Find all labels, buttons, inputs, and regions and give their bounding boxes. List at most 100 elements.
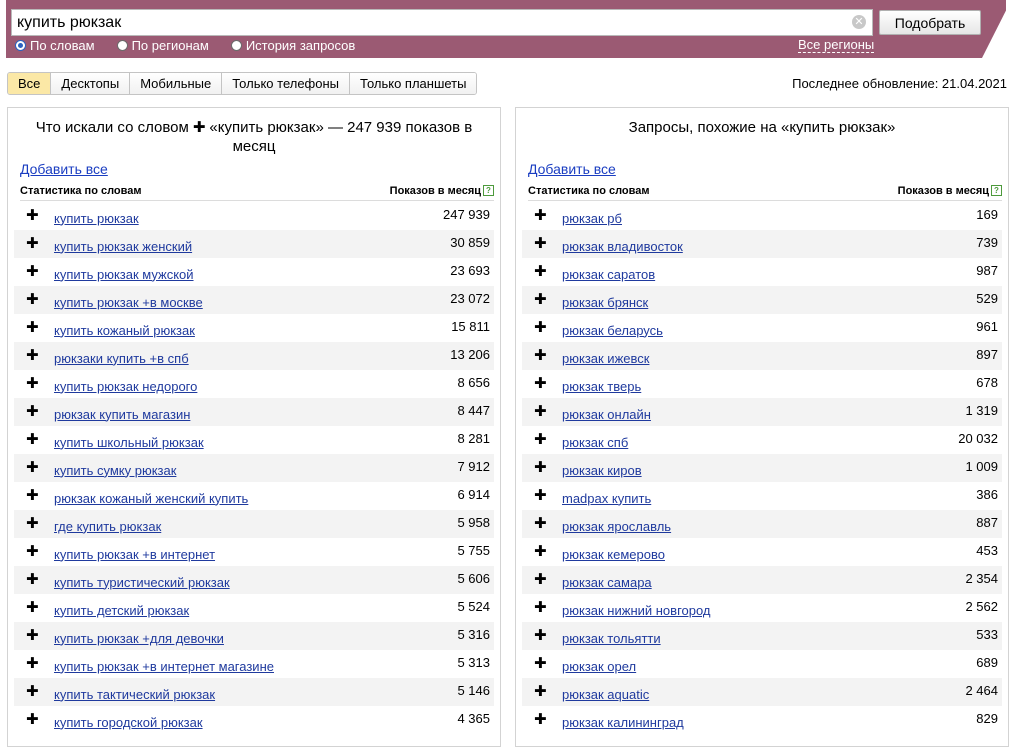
add-phrase-icon[interactable]: ✚ <box>534 628 547 643</box>
add-phrase-icon[interactable]: ✚ <box>26 208 39 223</box>
phrase-link[interactable]: рюкзак киров <box>562 463 642 478</box>
help-icon[interactable]: ? <box>991 185 1002 196</box>
add-phrase-icon[interactable]: ✚ <box>26 572 39 587</box>
add-phrase-icon[interactable]: ✚ <box>534 460 547 475</box>
submit-button[interactable]: Подобрать <box>879 10 981 35</box>
add-phrase-icon[interactable]: ✚ <box>534 404 547 419</box>
add-phrase-icon[interactable]: ✚ <box>534 684 547 699</box>
tab-desktops[interactable]: Десктопы <box>51 73 131 94</box>
phrase-link[interactable]: рюкзак спб <box>562 435 628 450</box>
tab-tablets-only[interactable]: Только планшеты <box>350 73 477 94</box>
add-phrase-icon[interactable]: ✚ <box>534 516 547 531</box>
add-phrase-icon[interactable]: ✚ <box>534 600 547 615</box>
phrase-count: 8 447 <box>457 403 490 418</box>
phrase-link[interactable]: рюкзак онлайн <box>562 407 651 422</box>
add-phrase-icon[interactable]: ✚ <box>534 264 547 279</box>
phrase-link[interactable]: рюкзак орел <box>562 659 636 674</box>
add-phrase-icon[interactable]: ✚ <box>26 376 39 391</box>
add-phrase-icon[interactable]: ✚ <box>26 656 39 671</box>
phrase-link[interactable]: купить сумку рюкзак <box>54 463 176 478</box>
add-phrase-icon[interactable]: ✚ <box>26 488 39 503</box>
phrase-link[interactable]: рюкзак тольятти <box>562 631 661 646</box>
phrase-link[interactable]: купить рюкзак +в интернет магазине <box>54 659 274 674</box>
mode-history[interactable]: История запросов <box>230 38 355 53</box>
search-input[interactable] <box>12 10 837 35</box>
phrase-link[interactable]: рюкзак aquatic <box>562 687 649 702</box>
phrase-link[interactable]: где купить рюкзак <box>54 519 161 534</box>
add-phrase-icon[interactable]: ✚ <box>26 600 39 615</box>
add-phrase-icon[interactable]: ✚ <box>534 348 547 363</box>
phrase-link[interactable]: купить рюкзак +в москве <box>54 295 203 310</box>
phrase-link[interactable]: купить школьный рюкзак <box>54 435 204 450</box>
add-phrase-icon[interactable]: ✚ <box>26 404 39 419</box>
add-phrase-icon[interactable]: ✚ <box>26 264 39 279</box>
add-phrase-icon[interactable]: ✚ <box>534 712 547 727</box>
add-phrase-icon[interactable]: ✚ <box>534 572 547 587</box>
phrase-link[interactable]: купить туристический рюкзак <box>54 575 230 590</box>
add-phrase-icon[interactable]: ✚ <box>26 460 39 475</box>
phrase-link[interactable]: купить рюкзак +для девочки <box>54 631 224 646</box>
radio-icon[interactable] <box>116 40 128 51</box>
add-phrase-icon[interactable]: ✚ <box>26 292 39 307</box>
tab-all[interactable]: Все <box>8 73 52 94</box>
phrase-link[interactable]: рюкзак самара <box>562 575 652 590</box>
phrase-link[interactable]: рюкзак купить магазин <box>54 407 190 422</box>
phrase-count: 15 811 <box>451 319 490 334</box>
add-phrase-icon[interactable]: ✚ <box>26 684 39 699</box>
add-phrase-icon[interactable]: ✚ <box>26 348 39 363</box>
phrase-link[interactable]: рюкзак тверь <box>562 379 641 394</box>
add-phrase-icon[interactable]: ✚ <box>26 236 39 251</box>
phrase-count: 5 606 <box>457 571 490 586</box>
phrase-link[interactable]: купить рюкзак <box>54 211 139 226</box>
add-phrase-icon[interactable]: ✚ <box>534 208 547 223</box>
phrase-link[interactable]: рюкзак брянск <box>562 295 648 310</box>
add-phrase-icon[interactable]: ✚ <box>26 628 39 643</box>
mode-by-words[interactable]: По словам <box>15 38 95 53</box>
phrase-link[interactable]: madpax купить <box>562 491 651 506</box>
add-phrase-icon[interactable]: ✚ <box>26 712 39 727</box>
help-icon[interactable]: ? <box>483 185 494 196</box>
add-phrase-icon[interactable]: ✚ <box>534 376 547 391</box>
phrase-count: 678 <box>976 375 998 390</box>
tab-mobile[interactable]: Мобильные <box>130 73 223 94</box>
tab-phones-only[interactable]: Только телефоны <box>222 73 351 94</box>
search-box[interactable]: ✕ <box>11 9 873 36</box>
add-phrase-icon[interactable]: ✚ <box>26 544 39 559</box>
add-phrase-icon[interactable]: ✚ <box>26 320 39 335</box>
phrase-link[interactable]: купить городской рюкзак <box>54 715 203 730</box>
phrase-link[interactable]: рюкзак ярославль <box>562 519 671 534</box>
phrase-link[interactable]: купить детский рюкзак <box>54 603 189 618</box>
phrase-link[interactable]: рюкзак ижевск <box>562 351 649 366</box>
add-phrase-icon[interactable]: ✚ <box>26 516 39 531</box>
phrase-link[interactable]: рюкзак кожаный женский купить <box>54 491 248 506</box>
phrase-link[interactable]: рюкзак беларусь <box>562 323 663 338</box>
phrase-link[interactable]: купить рюкзак мужской <box>54 267 194 282</box>
add-all-link[interactable]: Добавить все <box>20 161 108 177</box>
add-phrase-icon[interactable]: ✚ <box>534 544 547 559</box>
phrase-link[interactable]: купить тактический рюкзак <box>54 687 215 702</box>
phrase-link[interactable]: купить рюкзак +в интернет <box>54 547 215 562</box>
add-phrase-icon[interactable]: ✚ <box>534 320 547 335</box>
all-regions-link[interactable]: Все регионы <box>798 38 875 53</box>
phrase-link[interactable]: рюкзак рб <box>562 211 622 226</box>
phrase-link[interactable]: рюкзак нижний новгород <box>562 603 711 618</box>
phrase-link[interactable]: рюкзак владивосток <box>562 239 683 254</box>
phrase-link[interactable]: рюкзак кемерово <box>562 547 665 562</box>
add-phrase-icon[interactable]: ✚ <box>534 432 547 447</box>
radio-icon[interactable] <box>15 40 26 51</box>
add-phrase-icon[interactable]: ✚ <box>534 656 547 671</box>
phrase-link[interactable]: купить рюкзак женский <box>54 239 192 254</box>
phrase-link[interactable]: купить рюкзак недорого <box>54 379 197 394</box>
add-phrase-icon[interactable]: ✚ <box>26 432 39 447</box>
radio-icon[interactable] <box>230 40 242 51</box>
add-phrase-icon[interactable]: ✚ <box>534 488 547 503</box>
add-phrase-icon[interactable]: ✚ <box>534 292 547 307</box>
phrase-link[interactable]: рюкзаки купить +в спб <box>54 351 189 366</box>
close-icon[interactable]: ✕ <box>852 15 866 29</box>
add-phrase-icon[interactable]: ✚ <box>534 236 547 251</box>
phrase-link[interactable]: рюкзак калининград <box>562 715 684 730</box>
add-all-link[interactable]: Добавить все <box>528 161 616 177</box>
phrase-link[interactable]: купить кожаный рюкзак <box>54 323 195 338</box>
mode-by-regions[interactable]: По регионам <box>116 38 209 53</box>
phrase-link[interactable]: рюкзак саратов <box>562 267 655 282</box>
